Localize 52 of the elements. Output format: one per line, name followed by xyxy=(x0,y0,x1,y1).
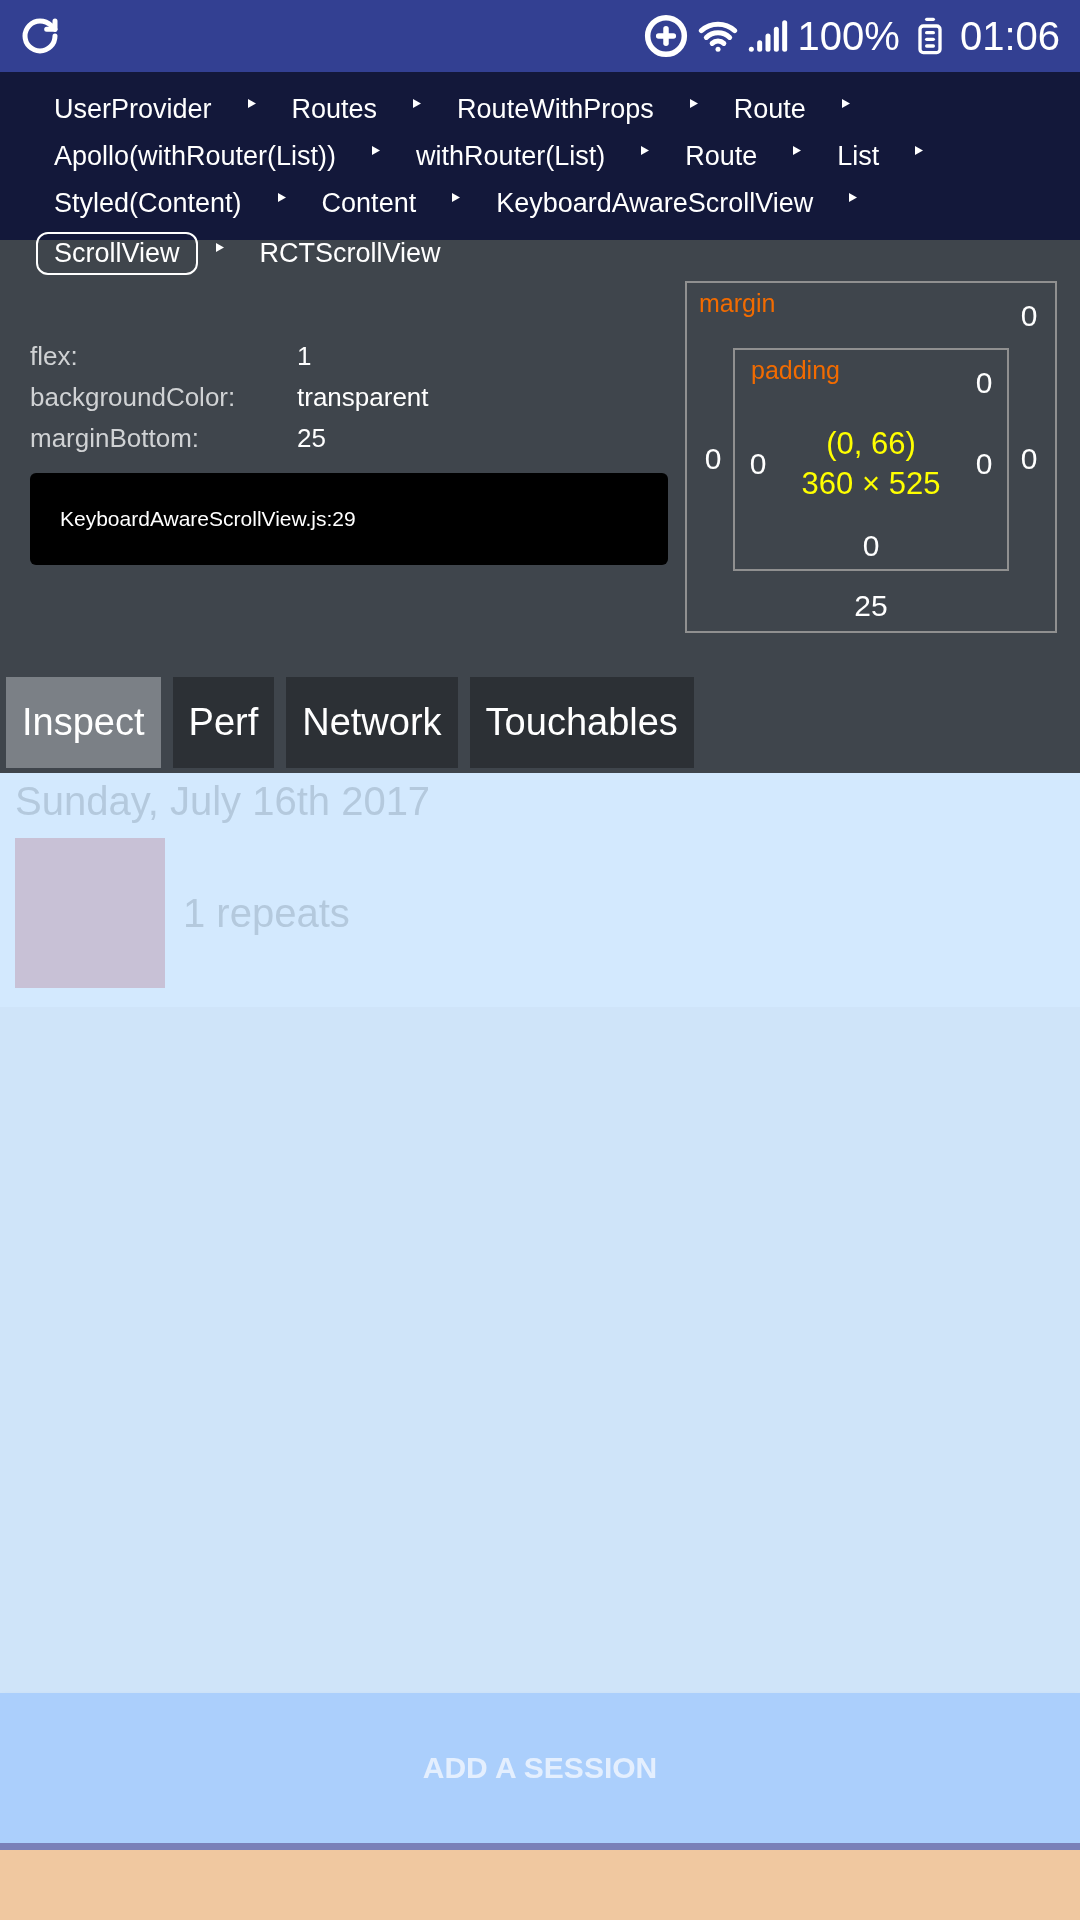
battery-percent: 100% xyxy=(797,13,900,59)
padding-top: 0 xyxy=(974,365,994,400)
triangle-icon xyxy=(413,99,422,108)
style-name: backgroundColor: xyxy=(30,382,237,413)
breadcrumb-item[interactable]: withRouter(List) xyxy=(398,135,624,178)
style-name: flex: xyxy=(30,341,79,372)
breadcrumb-item[interactable]: Route xyxy=(715,88,824,131)
triangle-icon xyxy=(793,146,802,155)
inspector-tab[interactable]: Network xyxy=(286,677,458,768)
breadcrumb-item[interactable]: ScrollView xyxy=(36,232,198,275)
data-saver-icon xyxy=(643,14,688,58)
reload-icon xyxy=(20,16,60,56)
padding-bottom: 0 xyxy=(861,528,881,563)
breadcrumb-item[interactable]: List xyxy=(819,135,898,178)
margin-top: 0 xyxy=(1019,299,1039,333)
margin-left: 0 xyxy=(703,442,723,476)
source-location: KeyboardAwareScrollView.js:29 xyxy=(30,473,668,565)
inspector-tab[interactable]: Perf xyxy=(172,677,275,768)
breadcrumb-item[interactable]: RCTScrollView xyxy=(241,232,459,275)
triangle-icon xyxy=(641,146,650,155)
breadcrumb-item[interactable]: UserProvider xyxy=(36,88,230,131)
triangle-icon xyxy=(689,99,698,108)
triangle-icon xyxy=(215,243,224,252)
margin-bottom: 25 xyxy=(853,589,889,623)
breadcrumb-item[interactable]: RouteWithProps xyxy=(439,88,672,131)
breadcrumb-item[interactable]: KeyboardAwareScrollView xyxy=(478,182,832,225)
inspector-tab[interactable]: Inspect xyxy=(6,677,161,768)
triangle-icon xyxy=(277,193,286,202)
margin-label: margin xyxy=(698,289,777,319)
triangle-icon xyxy=(372,146,381,155)
clock-time: 01:06 xyxy=(959,13,1060,59)
triangle-icon xyxy=(915,146,924,155)
triangle-icon xyxy=(452,193,461,202)
element-position: (0, 66) xyxy=(826,426,916,462)
breadcrumb-item[interactable]: Content xyxy=(303,182,435,225)
style-name: marginBottom: xyxy=(30,423,201,454)
breadcrumb-item[interactable]: Routes xyxy=(273,88,396,131)
margin-right: 0 xyxy=(1019,442,1039,476)
style-value: 1 xyxy=(297,341,313,372)
padding-left: 0 xyxy=(748,447,768,481)
breadcrumb-item[interactable]: Apollo(withRouter(List)) xyxy=(36,135,355,178)
inspector-tab[interactable]: Touchables xyxy=(469,677,694,768)
style-value: transparent xyxy=(297,382,430,413)
breadcrumb-item[interactable]: Styled(Content) xyxy=(36,182,260,225)
triangle-icon xyxy=(849,193,858,202)
padding-right: 0 xyxy=(974,447,994,481)
style-value: 25 xyxy=(297,423,327,454)
element-size: 360 × 525 xyxy=(801,466,941,502)
breadcrumb-item[interactable]: Route xyxy=(667,135,776,178)
triangle-icon xyxy=(841,99,850,108)
padding-label: padding xyxy=(750,355,841,386)
triangle-icon xyxy=(247,99,256,108)
